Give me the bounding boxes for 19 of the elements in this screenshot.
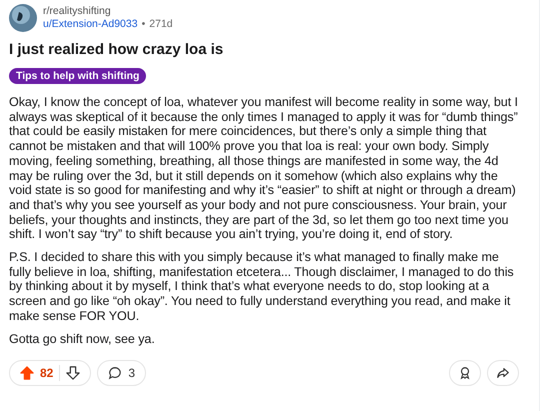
body-paragraph: Okay, I know the concept of loa, whatever you manifest will become reality in some way, but I always was skeptical of it because the only times I managed to apply it was for “dumb things” that could be easily mistaken for mere coincidences, but there’s only a simple thing that cannot be mistaken and that will 100% prove you that loa is real: your own body. Simply moving, feeling something, breathing, all those things are manifested in some way, the 4d may be ruling over the 3d, but it still depends on it somehow (which also explains why the void state is so good for manifesting and why it’s “easier” to shift at night or through a dream) and that’s why you see yourself as your body and not pure consciousness. Your brain, your beliefs, your thoughts and instincts, they are part of the 3d, so let them go too next time you shift. I won’t say “try” to shift because you ain’t trying, you’re doing it, end of story. <box>9 95 519 242</box>
body-paragraph: Gotta go shift now, see ya. <box>9 332 156 346</box>
vote-count: 82 <box>40 366 54 380</box>
subreddit-name[interactable]: r/realityshifting <box>43 5 173 18</box>
ribbon-icon <box>458 366 472 380</box>
share-button[interactable] <box>487 360 519 386</box>
share-icon <box>496 366 510 380</box>
avatar-icon[interactable] <box>9 4 37 32</box>
downvote-icon[interactable] <box>66 366 80 380</box>
post-age: 271d <box>149 18 173 31</box>
speech-bubble-icon <box>108 366 122 380</box>
upvote-icon[interactable] <box>20 366 34 380</box>
body-paragraph: P.S. I decided to share this with you simply because it’s what managed to finally make me fully believe in loa, shifting, manifestation etcetera... Though disclaimer, I managed to do this by thinking about it by myself, I think that’s what everyone needs to do, stop looking at a screen and go like “oh okay”. You need to fully understand everything you read, and make it make sense FOR YOU. <box>9 250 515 324</box>
comments-button[interactable]: 3 <box>97 360 146 386</box>
flair-tag[interactable]: Tips to help with shifting <box>9 68 146 84</box>
award-button[interactable] <box>449 360 481 386</box>
separator-dot: • <box>142 18 146 31</box>
author-link[interactable]: u/Extension-Ad9033 <box>43 18 138 31</box>
post-title: I just realized how crazy loa is <box>9 41 224 58</box>
